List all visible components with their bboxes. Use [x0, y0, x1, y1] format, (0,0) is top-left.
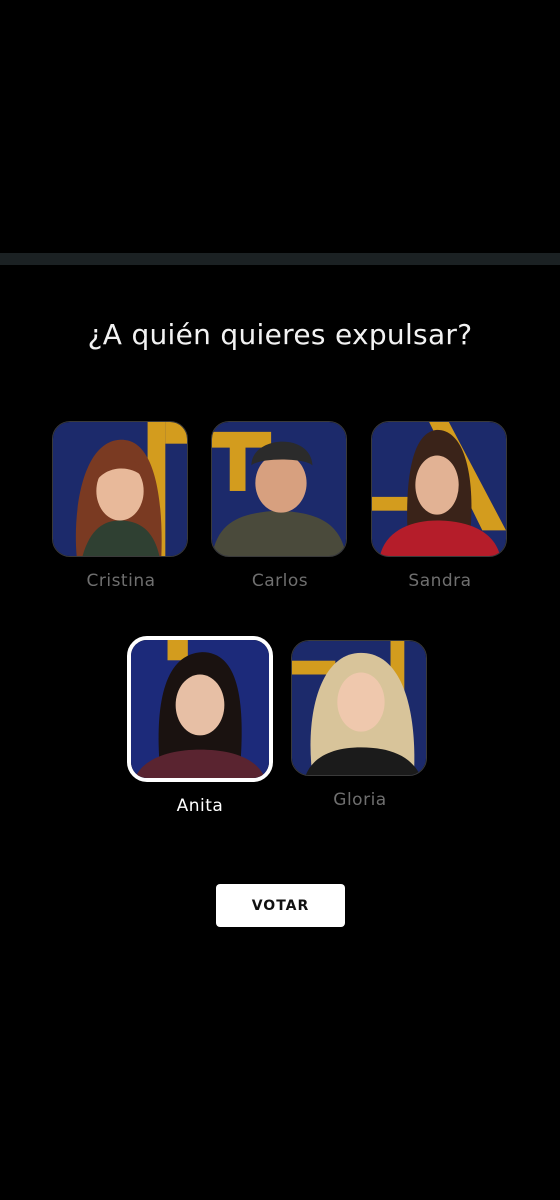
contestant-name: Gloria	[333, 790, 387, 810]
contestant-card-cristina[interactable]: Cristina	[52, 421, 190, 591]
page-title: ¿A quién quieres expulsar?	[87, 318, 473, 351]
contestant-name: Cristina	[86, 571, 156, 591]
contestant-card-anita[interactable]: Anita	[127, 636, 273, 816]
contestant-name: Anita	[176, 796, 224, 816]
contestant-photo-frame	[291, 640, 427, 776]
contestant-portrait-carlos	[212, 422, 346, 556]
contestant-photo-frame	[127, 636, 273, 782]
contestant-portrait-cristina	[53, 422, 187, 556]
contestant-photo-frame	[371, 421, 507, 557]
contestant-card-gloria[interactable]: Gloria	[291, 640, 429, 810]
contestant-photo-frame	[211, 421, 347, 557]
vote-button[interactable]: VOTAR	[216, 884, 345, 927]
contestant-card-sandra[interactable]: Sandra	[371, 421, 509, 591]
contestant-name: Carlos	[251, 571, 309, 591]
top-divider-bar	[0, 253, 560, 265]
contestant-portrait-gloria	[292, 641, 426, 775]
contestant-portrait-anita	[131, 640, 269, 778]
contestant-card-carlos[interactable]: Carlos	[211, 421, 349, 591]
contestant-portrait-sandra	[372, 422, 506, 556]
contestant-name: Sandra	[408, 571, 472, 591]
contestant-photo-frame	[52, 421, 188, 557]
